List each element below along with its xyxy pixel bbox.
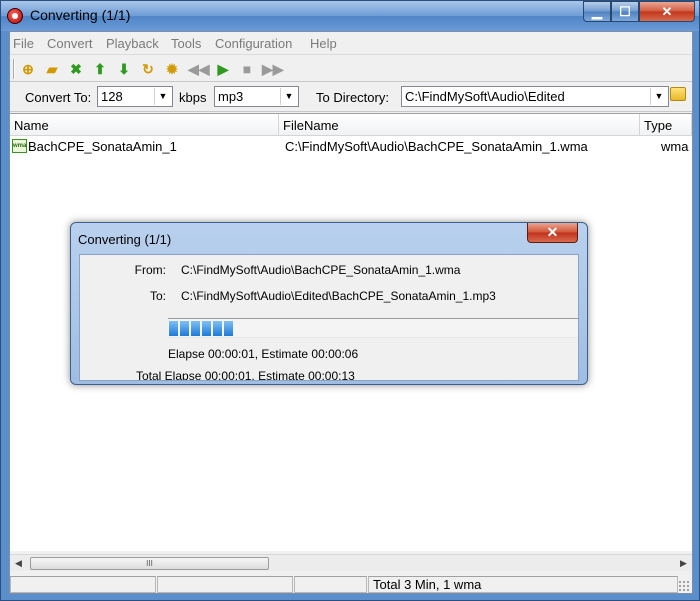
converting-dialog: Converting (1/1) ✕ From: C:\FindMySoft\A… [70,222,588,385]
progress-block [213,321,222,336]
format-value: mp3 [218,89,244,104]
menu-tools[interactable]: Tools [171,36,201,51]
kbps-label: kbps [179,90,207,105]
browse-folder-icon[interactable] [670,87,686,101]
chevron-down-icon[interactable]: ▼ [280,88,297,105]
wma-file-icon: wma [12,139,27,153]
format-select[interactable]: mp3 ▼ [214,86,299,107]
menu-convert[interactable]: Convert [47,36,93,51]
menu-file[interactable]: File [13,36,34,51]
dialog-body: From: C:\FindMySoft\Audio\BachCPE_Sonata… [79,254,579,381]
minimize-button[interactable]: ▁ [583,1,611,22]
status-cell-2 [157,576,293,593]
scroll-thumb[interactable]: III [30,557,269,570]
app-icon[interactable] [7,8,23,24]
total-elapse-text: Total Elapse 00:00:01, Estimate 00:00:13 [136,369,355,381]
play-icon[interactable]: ▶ [214,60,232,78]
title-bar[interactable]: Converting (1/1) ▁ ☐ ✕ [1,1,699,31]
add-files-icon[interactable]: ⊕ [19,60,37,78]
from-value: C:\FindMySoft\Audio\BachCPE_SonataAmin_1… [181,263,461,277]
file-path: C:\FindMySoft\Audio\BachCPE_SonataAmin_1… [285,139,588,154]
directory-select[interactable]: C:\FindMySoft\Audio\Edited ▼ [401,86,669,107]
toolbar: ⊕ ▰ ✖ ⬆ ⬇ ↻ ✹ ◀◀ ▶ ■ ▶▶ [10,54,692,82]
list-item[interactable]: wma BachCPE_SonataAmin_1 C:\FindMySoft\A… [10,136,692,156]
column-header-filename[interactable]: FileName [279,114,640,136]
column-header-name[interactable]: Name [10,114,279,136]
fast-forward-icon[interactable]: ▶▶ [262,60,284,78]
status-summary: Total 3 Min, 1 wma [368,576,678,593]
scroll-right-icon[interactable]: ▶ [675,555,692,572]
menu-playback[interactable]: Playback [106,36,159,51]
progress-bar [168,318,578,338]
from-label: From: [134,263,166,277]
remove-icon[interactable]: ✖ [67,60,85,78]
move-down-icon[interactable]: ⬇ [115,60,133,78]
chevron-down-icon[interactable]: ▼ [650,88,667,105]
close-button[interactable]: ✕ [639,1,695,22]
status-cell-3 [294,576,367,593]
status-bar: Total 3 Min, 1 wma [10,574,692,594]
stop-icon[interactable]: ■ [238,60,256,78]
convert-to-label: Convert To: [25,90,92,105]
directory-value: C:\FindMySoft\Audio\Edited [405,89,565,104]
to-directory-label: To Directory: [316,90,389,105]
convert-icon[interactable]: ↻ [139,60,157,78]
options-bar: Convert To: 128 ▼ kbps mp3 ▼ To Director… [10,82,692,112]
chevron-down-icon[interactable]: ▼ [154,88,171,105]
to-value: C:\FindMySoft\Audio\Edited\BachCPE_Sonat… [181,289,496,303]
maximize-button[interactable]: ☐ [611,1,639,22]
dialog-title: Converting (1/1) [78,232,172,247]
toolbar-separator [13,59,15,79]
elapse-text: Elapse 00:00:01, Estimate 00:00:06 [168,347,359,361]
rewind-icon[interactable]: ◀◀ [188,60,210,78]
move-up-icon[interactable]: ⬆ [91,60,109,78]
horizontal-scrollbar[interactable]: ◀ III ▶ [10,554,692,571]
progress-block [224,321,233,336]
bitrate-select[interactable]: 128 ▼ [97,86,173,107]
bitrate-value: 128 [101,89,123,104]
scroll-left-icon[interactable]: ◀ [10,555,27,572]
menu-bar: File Convert Playback Tools Configuratio… [10,32,692,54]
progress-block [202,321,211,336]
settings-icon[interactable]: ✹ [163,60,181,78]
resize-grip[interactable] [678,580,690,592]
open-folder-icon[interactable]: ▰ [43,60,61,78]
file-name: BachCPE_SonataAmin_1 [28,139,177,154]
progress-block [180,321,189,336]
file-type: wma [661,139,689,154]
progress-block [191,321,200,336]
menu-help[interactable]: Help [310,36,337,51]
column-header-type[interactable]: Type [640,114,692,136]
progress-fill [169,321,233,336]
to-label: To: [149,289,166,303]
dialog-close-button[interactable]: ✕ [527,223,578,243]
status-cell-1 [10,576,156,593]
progress-block [169,321,178,336]
menu-configuration[interactable]: Configuration [215,36,292,51]
window-title: Converting (1/1) [30,7,131,23]
